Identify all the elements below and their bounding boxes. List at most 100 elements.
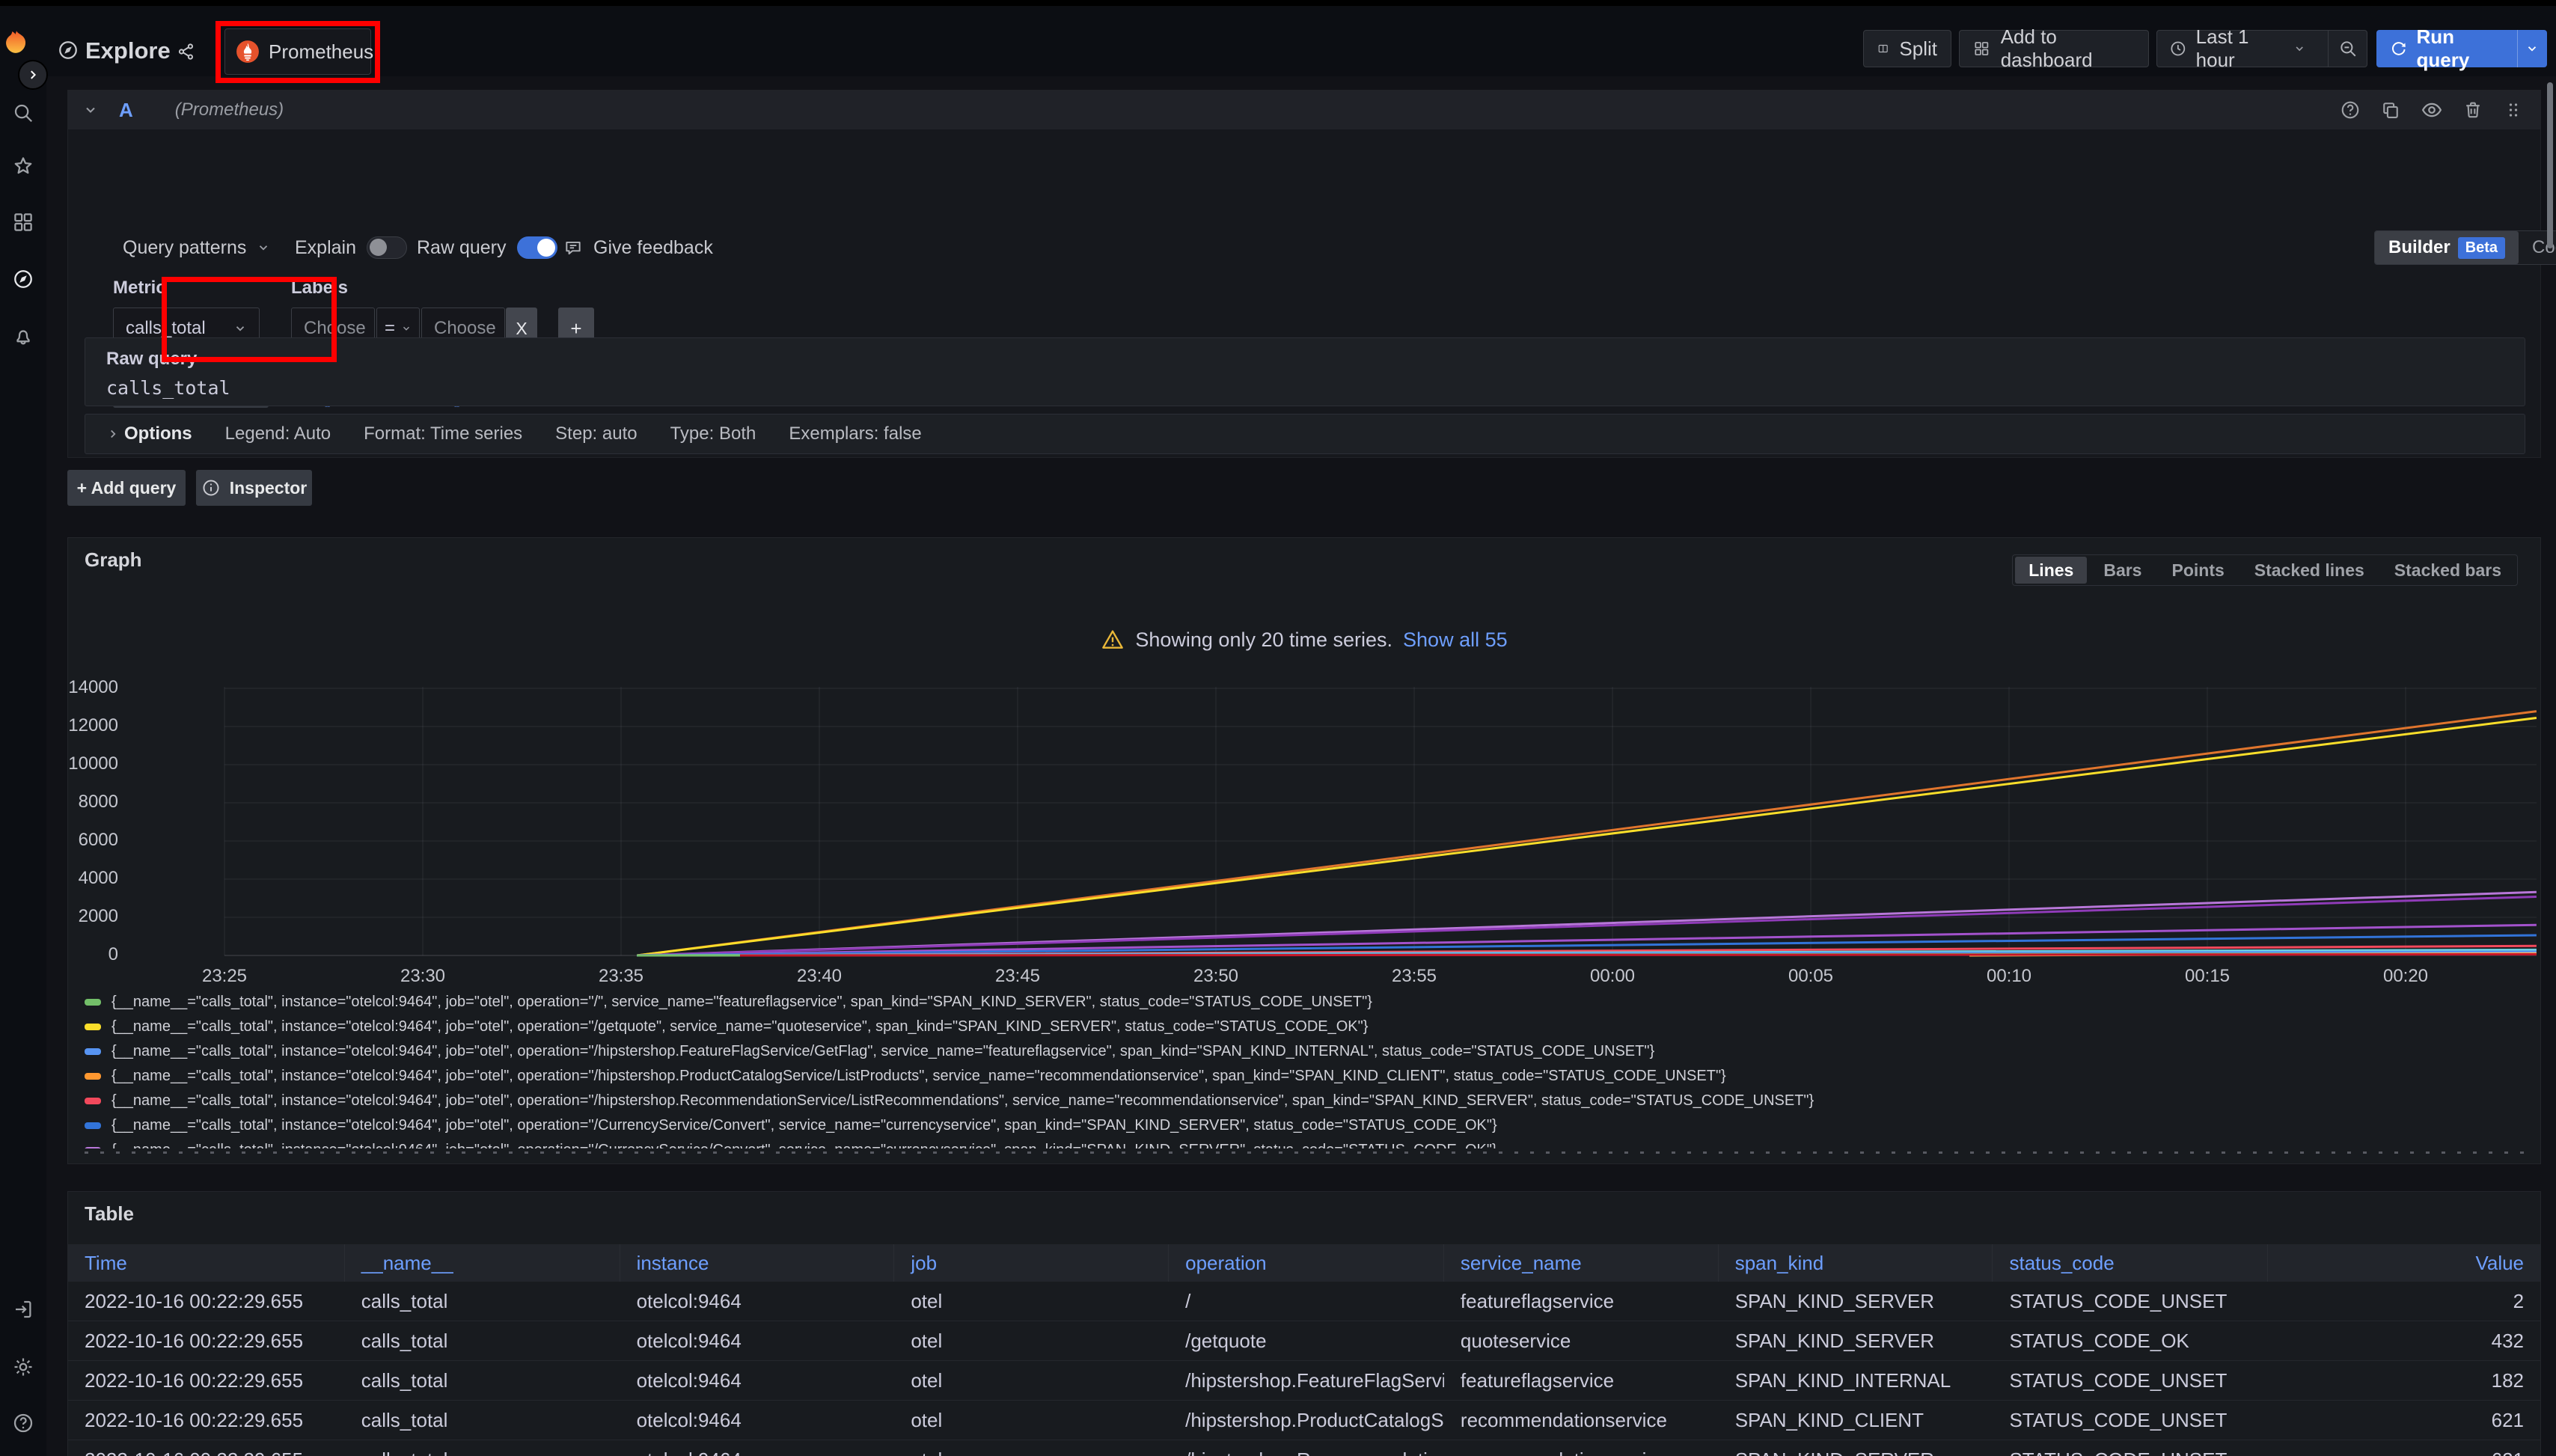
show-all-series-link[interactable]: Show all 55 bbox=[1403, 628, 1508, 652]
legend-item[interactable]: {__name__="calls_total", instance="otelc… bbox=[85, 1064, 2525, 1089]
dashboards-icon[interactable] bbox=[10, 209, 37, 236]
legend-item[interactable]: {__name__="calls_total", instance="otelc… bbox=[85, 990, 2525, 1015]
duplicate-query-icon[interactable] bbox=[2380, 100, 2401, 120]
y-tick-label: 4000 bbox=[43, 868, 118, 889]
legend-item-clipped[interactable]: {__name__="calls_total", instance="otelc… bbox=[85, 1138, 2525, 1148]
table-cell: calls_total bbox=[345, 1282, 620, 1321]
table-cell: otelcol:9464 bbox=[620, 1282, 895, 1321]
table-cell: 621 bbox=[2268, 1440, 2540, 1456]
table-cell: calls_total bbox=[345, 1321, 620, 1360]
raw-query-toggle[interactable] bbox=[517, 236, 557, 259]
builder-label: Builder bbox=[2388, 237, 2450, 258]
metric-field-label: Metric bbox=[113, 278, 166, 299]
sign-in-icon[interactable] bbox=[10, 1296, 37, 1323]
raw-query-label: Raw query bbox=[106, 349, 197, 370]
query-patterns-button[interactable]: Query patterns bbox=[123, 230, 270, 266]
collapse-chevron-icon[interactable] bbox=[83, 103, 98, 117]
add-query-label: + Add query bbox=[77, 478, 177, 498]
inspector-button[interactable]: Inspector bbox=[196, 470, 312, 506]
bell-icon[interactable] bbox=[10, 323, 37, 350]
gear-icon[interactable] bbox=[10, 1353, 37, 1380]
add-query-button[interactable]: + Add query bbox=[67, 470, 186, 506]
legend-item[interactable]: {__name__="calls_total", instance="otelc… bbox=[85, 1039, 2525, 1064]
chevron-down-icon bbox=[257, 241, 270, 254]
query-datasource-hint: (Prometheus) bbox=[175, 100, 284, 120]
column-header-statuscode[interactable]: status_code bbox=[1993, 1244, 2268, 1282]
options-exemplars: Exemplars: false bbox=[789, 423, 921, 444]
query-help-icon[interactable] bbox=[2340, 100, 2361, 120]
explain-toggle[interactable] bbox=[367, 236, 407, 259]
table-cell: / bbox=[1169, 1282, 1444, 1321]
page-title: Explore bbox=[85, 37, 171, 64]
explain-label: Explain bbox=[295, 237, 356, 259]
graph-mode-lines[interactable]: Lines bbox=[2015, 557, 2087, 584]
column-header-spankind[interactable]: span_kind bbox=[1719, 1244, 1993, 1282]
magnifier-minus-icon bbox=[2338, 39, 2358, 58]
time-range-picker[interactable]: Last 1 hour bbox=[2157, 31, 2317, 67]
query-row-header: A (Prometheus) bbox=[68, 91, 2540, 129]
explore-icon-active[interactable] bbox=[10, 266, 37, 293]
legend-item[interactable]: {__name__="calls_total", instance="otelc… bbox=[85, 1089, 2525, 1113]
x-tick-label: 00:15 bbox=[2166, 966, 2248, 987]
legend-swatch bbox=[85, 1098, 101, 1104]
remove-query-trash-icon[interactable] bbox=[2462, 100, 2483, 120]
x-tick-label: 23:45 bbox=[976, 966, 1059, 987]
share-icon[interactable] bbox=[177, 42, 196, 61]
hide-response-eye-icon[interactable] bbox=[2421, 99, 2443, 121]
time-series-chart[interactable] bbox=[131, 673, 2556, 965]
legend-label: {__name__="calls_total", instance="otelc… bbox=[111, 1043, 1654, 1060]
x-tick-label: 23:25 bbox=[183, 966, 266, 987]
page-scrollbar-thumb[interactable] bbox=[2547, 82, 2553, 248]
help-icon[interactable] bbox=[10, 1410, 37, 1437]
column-header-instance[interactable]: instance bbox=[620, 1244, 895, 1282]
comment-icon bbox=[563, 238, 583, 257]
graph-mode-points[interactable]: Points bbox=[2158, 557, 2237, 584]
options-toggle[interactable]: Options bbox=[106, 423, 192, 444]
table-cell: STATUS_CODE_UNSET bbox=[1993, 1361, 2268, 1400]
series-line-darkred-flat bbox=[740, 955, 2537, 956]
column-header-operation[interactable]: operation bbox=[1169, 1244, 1444, 1282]
drag-handle-icon[interactable] bbox=[2503, 100, 2524, 120]
options-format: Format: Time series bbox=[364, 423, 522, 444]
column-header-time[interactable]: Time bbox=[68, 1244, 345, 1282]
top-navigation-bar: Explore Prometheus bbox=[0, 6, 2556, 76]
sidebar-expand-button[interactable] bbox=[18, 60, 48, 90]
run-query-dropdown[interactable] bbox=[2517, 30, 2547, 67]
split-button[interactable]: Split bbox=[1863, 30, 1951, 67]
add-to-dashboard-button[interactable]: Add to dashboard bbox=[1959, 30, 2149, 67]
chevron-right-icon bbox=[106, 427, 120, 441]
legend-swatch bbox=[85, 1122, 101, 1129]
labels-field-label: Labels bbox=[291, 278, 348, 299]
chevron-down-icon bbox=[233, 322, 247, 335]
legend-item[interactable]: {__name__="calls_total", instance="otelc… bbox=[85, 1113, 2525, 1138]
builder-tab[interactable]: Builder Beta bbox=[2375, 231, 2519, 264]
builder-code-switch: Builder Beta Code bbox=[2374, 230, 2556, 265]
table-cell: SPAN_KIND_CLIENT bbox=[1719, 1401, 1993, 1440]
graph-mode-stacked-lines[interactable]: Stacked lines bbox=[2241, 557, 2378, 584]
star-icon[interactable] bbox=[10, 153, 37, 180]
give-feedback-button[interactable]: Give feedback bbox=[563, 230, 713, 266]
legend-label: {__name__="calls_total", instance="otelc… bbox=[111, 1142, 1497, 1148]
graph-mode-stacked-bars[interactable]: Stacked bars bbox=[2381, 557, 2515, 584]
search-icon[interactable] bbox=[10, 100, 37, 126]
graph-mode-bars[interactable]: Bars bbox=[2090, 557, 2155, 584]
column-header-name[interactable]: __name__ bbox=[345, 1244, 620, 1282]
x-tick-label: 00:05 bbox=[1770, 966, 1852, 987]
options-type: Type: Both bbox=[670, 423, 756, 444]
run-query-button[interactable]: Run query bbox=[2376, 30, 2517, 67]
query-editor-panel: A (Prometheus) bbox=[67, 90, 2541, 458]
column-header-job[interactable]: job bbox=[894, 1244, 1169, 1282]
column-header-value[interactable]: Value bbox=[2268, 1244, 2540, 1282]
grafana-logo[interactable] bbox=[4, 30, 28, 55]
raw-query-value: calls_total bbox=[106, 377, 230, 399]
zoom-out-time-button[interactable] bbox=[2328, 31, 2367, 67]
legend-item[interactable]: {__name__="calls_total", instance="otelc… bbox=[85, 1015, 2525, 1039]
graph-legend: {__name__="calls_total", instance="otelc… bbox=[85, 990, 2525, 1148]
datasource-picker[interactable]: Prometheus bbox=[224, 28, 371, 75]
x-tick-label: 00:10 bbox=[1968, 966, 2050, 987]
table-cell: quoteservice bbox=[1444, 1321, 1719, 1360]
graph-panel-title: Graph bbox=[85, 548, 142, 572]
column-header-servicename[interactable]: service_name bbox=[1444, 1244, 1719, 1282]
chevron-down-icon bbox=[2525, 42, 2539, 55]
legend-scrollbar[interactable] bbox=[85, 1151, 2524, 1154]
